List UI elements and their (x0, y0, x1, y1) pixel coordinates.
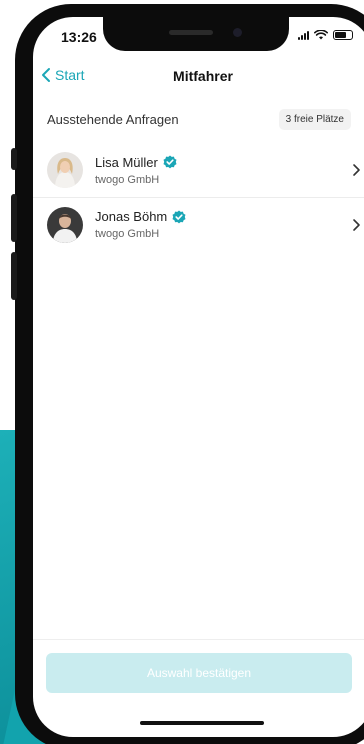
wifi-icon (314, 30, 328, 40)
nav-bar: Start Mitfahrer (33, 67, 364, 87)
mute-switch (11, 148, 17, 170)
request-name: Jonas Böhm (95, 209, 168, 224)
confirm-selection-button[interactable]: Auswahl bestätigen (46, 653, 352, 693)
battery-icon (333, 30, 353, 40)
page-title: Mitfahrer (173, 68, 233, 84)
request-company: twogo GmbH (95, 173, 160, 186)
request-company: twogo GmbH (95, 228, 160, 240)
signal-icon (298, 30, 309, 40)
avatar (47, 206, 83, 243)
verified-icon (163, 155, 177, 169)
home-indicator[interactable] (140, 721, 264, 725)
phone-screen: 13:26 Start Mitfahrer Ausstehende Anfrag… (33, 17, 364, 737)
free-seats-badge: 3 freie Plätze (278, 109, 351, 130)
request-name: Lisa Müller (95, 154, 158, 170)
volume-down-button (11, 252, 17, 300)
verified-icon (172, 210, 186, 223)
speaker (169, 30, 213, 35)
footer-divider (33, 639, 364, 640)
chevron-right-icon (353, 219, 360, 231)
chevron-right-icon (353, 164, 360, 176)
status-time: 13:26 (61, 29, 97, 45)
request-list: Lisa Müller twogo GmbH Jonas Böhm twogo … (33, 143, 364, 251)
list-item[interactable]: Jonas Böhm twogo GmbH (33, 197, 364, 251)
list-item[interactable]: Lisa Müller twogo GmbH (33, 143, 364, 197)
section-title: Ausstehende Anfragen (47, 112, 179, 127)
section-header: Ausstehende Anfragen 3 freie Plätze (47, 109, 351, 130)
volume-up-button (11, 194, 17, 242)
notch (103, 17, 289, 51)
status-icons (298, 30, 353, 40)
front-camera (233, 28, 242, 37)
avatar (47, 152, 83, 188)
app-stage: 13:26 Start Mitfahrer Ausstehende Anfrag… (0, 0, 364, 744)
